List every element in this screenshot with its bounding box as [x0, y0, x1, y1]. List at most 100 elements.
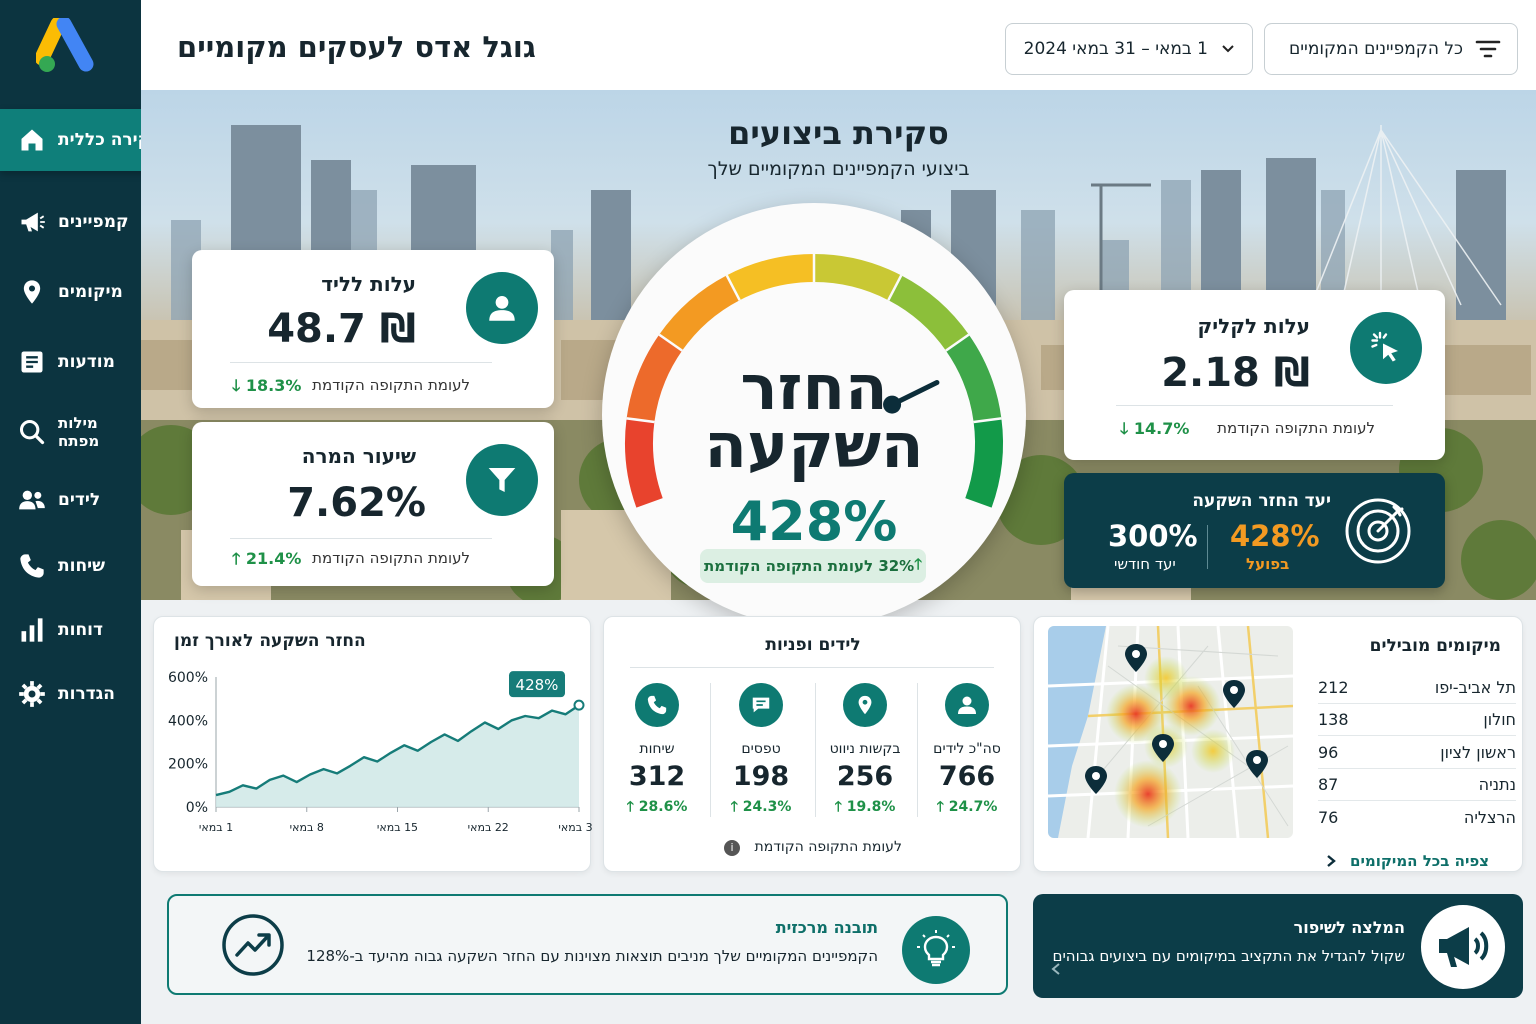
- roi-gauge[interactable]: החזר השקעה 428% 🡑 32% לעומת התקופה הקודמת: [602, 203, 1026, 627]
- divider: [815, 683, 816, 817]
- search-icon: [19, 419, 45, 445]
- location-value: 87: [1318, 775, 1339, 794]
- lead-stat-label: טפסים: [741, 741, 781, 757]
- x-tick-label: 8 במאי: [290, 821, 324, 834]
- date-range-dropdown[interactable]: 1 במאי – 31 במאי 2024: [1005, 23, 1253, 75]
- sidebar-item-label: קמפיינים: [58, 212, 129, 232]
- sidebar-item-campaigns[interactable]: קמפיינים: [0, 194, 141, 250]
- chevron-right-icon: [1327, 855, 1336, 867]
- kpi-card-conversion-rate[interactable]: שיעור המרה 7.62% 🡑 21.4% לעומת התקופה הק…: [192, 422, 554, 586]
- megaphone-icon: [1421, 905, 1505, 989]
- location-pin-icon: [23, 280, 41, 304]
- lead-stat-value: 198: [732, 761, 790, 792]
- leads-panel: לידים ופניות סה"כ לידים 766 🡑 24.7% בקשו…: [603, 616, 1021, 872]
- sidebar-item-leads[interactable]: לידים: [0, 472, 141, 528]
- trend-up-icon: [222, 914, 284, 976]
- location-pin-icon: [843, 683, 887, 727]
- recommendation-text: שקול להגדיל את התקציב במיקומים עם ביצועי…: [1052, 947, 1406, 965]
- sidebar-item-calls[interactable]: שיחות: [0, 538, 141, 594]
- lead-stat-change: 🡑 24.7%: [936, 799, 998, 815]
- leads-title: לידים ופניות: [765, 635, 861, 655]
- roi-target-value: 300%: [1108, 519, 1198, 553]
- location-value: 138: [1318, 710, 1349, 729]
- roi-actual-value: 428%: [1230, 519, 1320, 553]
- lead-stat-label: שיחות: [639, 741, 675, 757]
- chat-form-icon: [739, 683, 783, 727]
- divider: [230, 538, 492, 539]
- y-tick-label: 600%: [168, 670, 208, 686]
- kpi-label: עלות לליד: [321, 272, 416, 296]
- arrow-up-icon: 🡑: [914, 554, 923, 573]
- key-insight-banner: תובנה מרכזית הקמפיינים המקומיים שלך מניב…: [167, 894, 1008, 995]
- ad-document-icon: [21, 351, 43, 373]
- x-tick-label: 31 במאי: [558, 821, 592, 834]
- lead-stat-change: 🡑 28.6%: [626, 799, 688, 815]
- location-row[interactable]: 76 הרצליה: [1318, 801, 1516, 833]
- sidebar-item-ads[interactable]: מודעות: [0, 334, 141, 390]
- kpi-change: 🡓 14.7%: [1120, 419, 1190, 438]
- date-range-value: 1 במאי – 31 במאי 2024: [1023, 39, 1208, 59]
- location-value: 76: [1318, 807, 1339, 827]
- lead-stat-total[interactable]: סה"כ לידים 766 🡑 24.7%: [915, 683, 1019, 820]
- roi-target-title: יעד החזר השקעה: [1192, 491, 1331, 511]
- megaphone-icon: [21, 212, 45, 232]
- roi-target-card[interactable]: יעד החזר השקעה 428% בפועל 300% יעד חודשי: [1064, 473, 1445, 588]
- kpi-card-cost-per-lead[interactable]: עלות לליד ₪ 48.7 🡓 18.3% לעומת התקופה הק…: [192, 250, 554, 408]
- kpi-label: עלות לקליק: [1197, 314, 1310, 338]
- roi-change-badge: 🡑 32% לעומת התקופה הקודמת: [700, 549, 926, 583]
- lead-stat-value: 312: [628, 761, 686, 792]
- arrow-down-icon: 🡓: [232, 376, 246, 395]
- roi-target-label: יעד חודשי: [1114, 555, 1176, 573]
- lead-stat-navigation[interactable]: בקשות ניווט 256 🡑 19.8%: [813, 683, 917, 820]
- lead-stat-change: 🡑 19.8%: [834, 799, 896, 815]
- home-icon: [21, 129, 43, 151]
- location-row[interactable]: 96 ראשון לציון: [1318, 737, 1516, 769]
- cursor-click-icon: [1350, 312, 1422, 384]
- lead-stat-forms[interactable]: טפסים 198 🡑 24.3%: [709, 683, 813, 820]
- location-row[interactable]: 138 חולון: [1318, 704, 1516, 736]
- location-row[interactable]: 212 תל אביב-יפו: [1318, 672, 1516, 704]
- kpi-card-cost-per-click[interactable]: עלות לקליק ₪ 2.18 🡓 14.7% לעומת התקופה ה…: [1064, 290, 1445, 460]
- recommendation-banner[interactable]: המלצה לשיפור שקול להגדיל את התקציב במיקו…: [1033, 894, 1523, 998]
- campaign-filter-value: כל הקמפיינים המקומיים: [1288, 39, 1463, 59]
- campaign-filter-dropdown[interactable]: כל הקמפיינים המקומיים: [1264, 23, 1518, 75]
- lead-stat-calls[interactable]: שיחות 312 🡑 28.6%: [605, 683, 709, 820]
- divider: [230, 362, 492, 363]
- view-all-locations-link[interactable]: צפיה בכל המיקומים: [1326, 852, 1489, 870]
- location-name: חולון: [1483, 710, 1516, 729]
- lead-stat-label: סה"כ לידים: [933, 741, 1001, 757]
- divider: [1116, 405, 1393, 406]
- x-tick-label: 22 במאי: [468, 821, 509, 834]
- sidebar-item-label: מילות מפתח: [58, 414, 100, 450]
- filter-icon: [1475, 40, 1501, 58]
- location-row[interactable]: 87 נתניה: [1318, 769, 1516, 801]
- roi-actual-label: בפועל: [1246, 555, 1290, 573]
- sidebar-item-settings[interactable]: הגדרות: [0, 666, 141, 722]
- gear-icon: [19, 681, 45, 707]
- roi-over-time-panel: החזר השקעה לאורך זמן 0% 200% 400% 600% 1 במא…: [153, 616, 592, 872]
- google-ads-logo: [36, 18, 94, 72]
- gauge-segment: [726, 254, 815, 301]
- y-tick-label: 0%: [186, 800, 208, 816]
- sidebar-item-label: דוחות: [58, 620, 103, 640]
- arrow-down-icon: 🡓: [1120, 419, 1134, 438]
- heatmap-map[interactable]: [1048, 626, 1293, 838]
- sidebar-item-keywords[interactable]: מילות מפתח: [0, 404, 141, 460]
- recommendation-title: המלצה לשיפור: [1293, 918, 1405, 937]
- sidebar-item-reports[interactable]: דוחות: [0, 602, 141, 658]
- sidebar-item-label: מודעות: [58, 352, 115, 372]
- roi-gauge-value: 428%: [730, 490, 898, 553]
- chevron-left-icon[interactable]: [1051, 962, 1061, 976]
- sidebar-item-locations[interactable]: מיקומים: [0, 264, 141, 320]
- app-title: גוגל אדס לעסקים מקומיים: [177, 30, 536, 64]
- lead-stat-value: 766: [938, 761, 996, 792]
- kpi-value: 7.62%: [287, 480, 426, 526]
- sidebar-item-label: מיקומים: [58, 282, 123, 302]
- hero-subtitle: ביצועי הקמפיינים המקומיים שלך: [707, 158, 970, 180]
- divider: [1207, 525, 1208, 569]
- x-tick-label: 1 במאי: [199, 821, 233, 834]
- kpi-change: 🡑 21.4%: [232, 549, 302, 568]
- location-name: הרצליה: [1463, 807, 1516, 827]
- divider: [710, 683, 711, 817]
- location-name: ראשון לציון: [1440, 743, 1516, 762]
